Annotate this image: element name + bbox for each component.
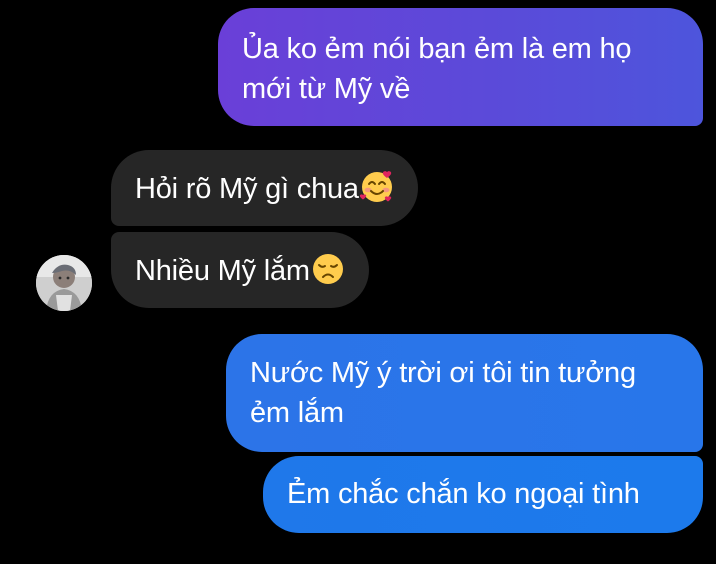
disappointed-face-icon xyxy=(311,252,345,286)
message-text-line: mới từ Mỹ về xyxy=(242,73,411,105)
message-text: Hỏi rõ Mỹ gì chua xyxy=(135,173,359,205)
message-text: Ẻm chắc chắn ko ngoại tình xyxy=(287,478,640,510)
message-bubble-sent[interactable]: Nước Mỹ ý trời ơi tôi tin tưởng ẻm lắm xyxy=(226,334,703,452)
message-text-line: Nước Mỹ ý trời ơi tôi tin tưởng xyxy=(250,357,636,389)
message-bubble-received[interactable]: Nhiều Mỹ lắm xyxy=(111,232,369,308)
message-bubble-sent[interactable]: Ẻm chắc chắn ko ngoại tình xyxy=(263,456,703,533)
chat-thread: Ủa ko ẻm nói bạn ẻm là em họ mới từ Mỹ v… xyxy=(0,0,716,564)
message-text-line: Ủa ko ẻm nói bạn ẻm là em họ xyxy=(242,33,632,65)
contact-avatar[interactable] xyxy=(36,255,92,311)
message-text-line: ẻm lắm xyxy=(250,397,344,429)
smiling-face-with-hearts-icon xyxy=(359,170,394,204)
message-text: Nhiều Mỹ lắm xyxy=(135,255,310,287)
message-bubble-sent[interactable]: Ủa ko ẻm nói bạn ẻm là em họ mới từ Mỹ v… xyxy=(218,8,703,126)
message-bubble-received[interactable]: Hỏi rõ Mỹ gì chua xyxy=(111,150,418,226)
